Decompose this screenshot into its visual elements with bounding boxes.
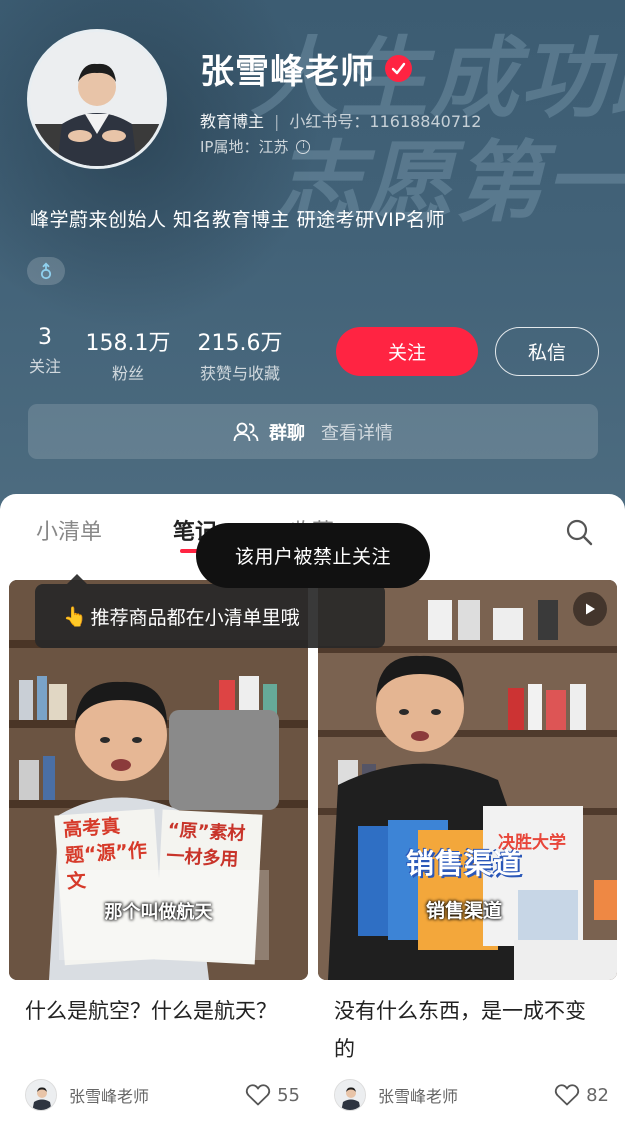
video-subtitle: 那个叫做航天 (104, 902, 213, 923)
play-icon[interactable] (573, 592, 607, 626)
stat-followers-num: 158.1万 (85, 331, 171, 356)
stat-following-label: 关注 (28, 357, 61, 376)
book-right-title: “原”素材一材多用 (165, 819, 246, 871)
gender-badge (27, 257, 65, 285)
stat-likes[interactable]: 215.6万 获赞与收藏 (192, 325, 288, 384)
author-avatar[interactable] (334, 1079, 366, 1111)
like-count: 82 (586, 1084, 609, 1106)
shopping-list-tooltip[interactable]: 👆 推荐商品都在小清单里哦 (35, 574, 385, 648)
note-card[interactable]: 高考真题“源”作文 “原”素材一材多用 那个叫做航天 什么是航空？什么是航天？ … (9, 580, 308, 1124)
nickname-text: 张雪峰老师 (200, 52, 375, 92)
heart-icon (554, 1084, 580, 1106)
note-title[interactable]: 什么是航空？什么是航天？ (25, 992, 295, 1030)
author-avatar[interactable] (25, 1079, 57, 1111)
stat-following-num: 3 (38, 325, 52, 350)
like-count: 55 (277, 1084, 300, 1106)
category-label: 教育博主 (200, 112, 265, 131)
group-chat-icon (233, 422, 259, 441)
ip-location[interactable]: IP属地：江苏 i (200, 136, 311, 157)
stat-followers[interactable]: 158.1万 粉丝 (84, 325, 172, 384)
nickname: 张雪峰老师 (200, 44, 412, 93)
book-left-title: 高考真题“源”作文 (62, 815, 148, 894)
group-chat-detail: 查看详情 (321, 422, 393, 444)
group-chat-bar[interactable]: 群聊 查看详情 (28, 404, 598, 459)
profile-header: 人生成功路 志愿第一步 张雪峰老师 教育博主|小红书号：11618840712 … (0, 0, 625, 520)
ip-location-text: IP属地：江苏 (200, 138, 289, 156)
note-footer: 张雪峰老师 82 (334, 1078, 609, 1112)
note-footer: 张雪峰老师 55 (25, 1078, 300, 1112)
group-chat-label: 群聊 (269, 422, 305, 444)
verified-icon (385, 55, 412, 82)
message-button[interactable]: 私信 (495, 327, 599, 376)
avatar[interactable] (27, 29, 167, 169)
like-button[interactable]: 55 (245, 1083, 300, 1107)
author-name[interactable]: 张雪峰老师 (378, 1083, 554, 1107)
author-name[interactable]: 张雪峰老师 (69, 1083, 245, 1107)
male-icon (40, 262, 52, 280)
follow-button[interactable]: 关注 (336, 327, 478, 376)
xhs-id: 小红书号：11618840712 (289, 112, 482, 131)
video-subtitle: 销售渠道 (426, 900, 503, 922)
pointing-hand-icon: 👆 (63, 605, 87, 628)
stat-following[interactable]: 3 关注 (28, 325, 62, 377)
stat-likes-label: 获赞与收藏 (199, 364, 280, 383)
info-icon[interactable]: i (296, 139, 311, 154)
note-title[interactable]: 没有什么东西，是一成不变的 (334, 992, 604, 1068)
bio: 峰学蔚来创始人 知名教育博主 研途考研VIP名师 (30, 209, 446, 231)
blocked-toast: 该用户被禁止关注 (196, 523, 430, 588)
tooltip-text: 推荐商品都在小清单里哦 (90, 606, 300, 629)
profile-meta: 教育博主 | 小红书号：11618840712 (200, 112, 482, 131)
tab-shopping-list[interactable]: 小清单 (36, 514, 102, 546)
stat-followers-label: 粉丝 (111, 364, 144, 383)
note-card[interactable]: 销售渠道 销售渠道 决胜大学 没有什么东西，是一成不变的 张雪峰老师 82 (318, 580, 617, 1124)
book-right-title: 决胜大学 (498, 833, 566, 853)
stat-likes-num: 215.6万 (197, 331, 283, 356)
heart-icon (245, 1084, 271, 1106)
search-icon[interactable] (564, 517, 594, 547)
like-button[interactable]: 82 (554, 1083, 609, 1107)
